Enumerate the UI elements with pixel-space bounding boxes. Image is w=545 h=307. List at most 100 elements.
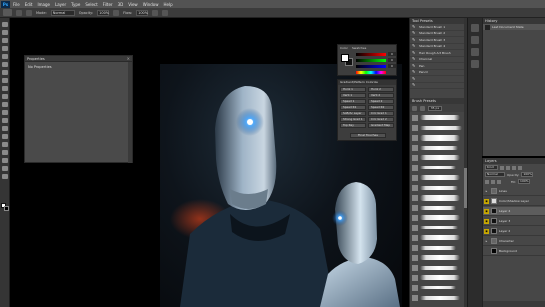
red-slider[interactable] <box>356 53 386 56</box>
brush-panel-toggle-icon[interactable] <box>26 9 32 16</box>
action-button[interactable]: Gradient Map <box>368 123 394 128</box>
lock-all-icon[interactable] <box>497 179 501 184</box>
brush-stroke-item[interactable] <box>412 143 458 152</box>
action-button[interactable]: Circ Grad 2 <box>368 117 394 122</box>
green-slider[interactable] <box>356 59 386 62</box>
visibility-eye-icon[interactable]: ▸ <box>484 188 489 194</box>
history-panel-icon[interactable] <box>471 24 479 32</box>
layer-row[interactable]: ▸ Lines <box>483 187 545 196</box>
brush-stroke-item[interactable] <box>412 263 458 272</box>
action-button[interactable]: Speed 2 <box>368 99 394 104</box>
action-button[interactable]: Soft/Ac Layer <box>340 111 366 116</box>
blur-tool-icon[interactable] <box>2 118 8 123</box>
brush-stroke-item[interactable] <box>412 253 460 262</box>
action-button[interactable]: Horiz 1 <box>340 87 366 92</box>
crop-tool-icon[interactable] <box>2 54 8 59</box>
foreground-color-swatch[interactable] <box>341 54 349 62</box>
brush-stroke-item[interactable] <box>412 133 460 142</box>
action-button[interactable]: Verti 2 <box>368 93 394 98</box>
lock-position-icon[interactable] <box>491 179 495 184</box>
layer-kind-filter[interactable]: Kind <box>485 165 498 170</box>
action-button[interactable]: Circ Grad 1 <box>368 111 394 116</box>
brush-tool-icon[interactable] <box>2 78 8 83</box>
layer-row[interactable]: Background <box>483 247 545 256</box>
brush-size-field[interactable]: 35 px <box>428 105 442 111</box>
layer-fill-field[interactable]: 100% <box>518 179 531 184</box>
menu-view[interactable]: View <box>128 2 138 7</box>
marquee-tool-icon[interactable] <box>2 30 8 35</box>
action-button[interactable]: Strong Grad 1 <box>340 117 366 122</box>
brush-mode-icon[interactable] <box>420 105 425 111</box>
zoom-tool-icon[interactable] <box>2 174 8 179</box>
mode-select[interactable]: Normal <box>50 9 75 16</box>
lasso-tool-icon[interactable] <box>2 38 8 43</box>
healing-tool-icon[interactable] <box>2 70 8 75</box>
visibility-eye-icon[interactable]: ◉ <box>484 208 489 214</box>
layer-row[interactable]: ◉ Layer 2 <box>483 227 545 236</box>
brush-stroke-item[interactable] <box>412 273 460 282</box>
close-icon[interactable]: × <box>127 56 130 61</box>
brush-tool-preset-icon[interactable] <box>3 9 12 16</box>
menu-3d[interactable]: 3D <box>118 2 124 7</box>
path-select-tool-icon[interactable] <box>2 150 8 155</box>
pressure-size-icon[interactable] <box>162 9 169 16</box>
brush-stroke-item[interactable] <box>412 223 458 232</box>
layer-row[interactable]: ▸ Character <box>483 237 545 246</box>
airbrush-icon[interactable] <box>152 9 159 16</box>
brush-size-picker[interactable] <box>16 9 22 16</box>
brush-stroke-item[interactable] <box>412 233 460 242</box>
filter-adjust-icon[interactable] <box>506 165 510 170</box>
menu-file[interactable]: File <box>13 2 20 7</box>
brush-stroke-item[interactable] <box>412 213 460 222</box>
gradient-tool-icon[interactable] <box>2 110 8 115</box>
action-button[interactable]: Speed R1 <box>340 105 366 110</box>
eyedropper-tool-icon[interactable] <box>2 62 8 67</box>
menu-help[interactable]: Help <box>163 2 172 7</box>
history-item[interactable]: Last Document State <box>483 24 545 30</box>
history-brush-tool-icon[interactable] <box>2 94 8 99</box>
brush-stroke-item[interactable] <box>412 123 462 132</box>
brush-panel-icon[interactable] <box>412 105 417 111</box>
eraser-tool-icon[interactable] <box>2 102 8 107</box>
pen-tool-icon[interactable] <box>2 134 8 139</box>
filter-shape-icon[interactable] <box>518 165 522 170</box>
brush-stroke-item[interactable] <box>412 173 460 182</box>
menu-type[interactable]: Type <box>71 2 80 7</box>
brush-stroke-item[interactable] <box>412 183 458 192</box>
blue-slider[interactable] <box>356 65 386 68</box>
red-value[interactable]: 0 <box>388 52 396 56</box>
brush-stroke-item[interactable] <box>412 283 456 292</box>
clone-stamp-tool-icon[interactable] <box>2 86 8 91</box>
background-color-swatch[interactable] <box>4 206 9 211</box>
visibility-eye-icon[interactable]: ▸ <box>484 238 489 244</box>
action-button[interactable]: Horiz 2 <box>368 87 394 92</box>
character-panel-icon[interactable] <box>471 60 479 68</box>
tab-color[interactable]: Color <box>340 46 348 50</box>
blue-value[interactable]: 0 <box>388 64 396 68</box>
visibility-eye-icon[interactable]: ◉ <box>484 218 489 224</box>
action-button[interactable]: Speed 1 <box>340 99 366 104</box>
brush-stroke-item[interactable] <box>412 243 456 252</box>
brush-stroke-item[interactable] <box>412 203 456 212</box>
shape-tool-icon[interactable] <box>2 158 8 163</box>
menu-layer[interactable]: Layer <box>55 2 66 7</box>
quick-select-tool-icon[interactable] <box>2 46 8 51</box>
visibility-eye-icon[interactable] <box>484 248 489 254</box>
brush-stroke-item[interactable] <box>412 293 460 302</box>
pressure-opacity-icon[interactable] <box>113 9 120 16</box>
green-value[interactable]: 0 <box>388 58 396 62</box>
brush-stroke-item[interactable] <box>412 163 456 172</box>
brush-stroke-item[interactable] <box>412 193 460 202</box>
action-button[interactable]: Top Ray <box>340 123 366 128</box>
color-ramp[interactable] <box>356 71 386 74</box>
layer-row[interactable]: ◉ Color/Shadow Layer <box>483 197 545 206</box>
move-tool-icon[interactable] <box>2 22 8 27</box>
visibility-eye-icon[interactable]: ◉ <box>484 228 489 234</box>
action-button[interactable]: Speed R2 <box>368 105 394 110</box>
menu-edit[interactable]: Edit <box>25 2 33 7</box>
lock-pixels-icon[interactable] <box>485 179 489 184</box>
opacity-field[interactable]: 100% <box>97 9 109 16</box>
tab-swatches[interactable]: Swatches <box>352 46 366 50</box>
menu-filter[interactable]: Filter <box>103 2 113 7</box>
type-tool-icon[interactable] <box>2 142 8 147</box>
